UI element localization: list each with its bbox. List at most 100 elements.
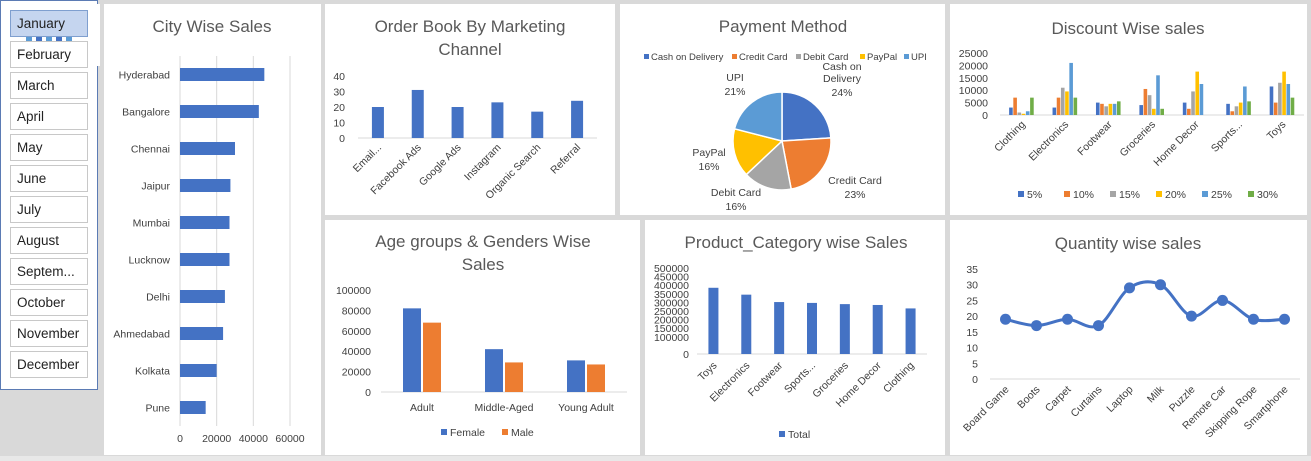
slice-label: Debit Card [711, 187, 761, 199]
bar [423, 322, 441, 392]
bar [708, 287, 719, 354]
product-category-sales-panel: Product_Category wise Sales 0 100000 150000… [645, 220, 945, 455]
category-label: Groceries [1117, 119, 1158, 160]
y-tick-label: 20 [966, 311, 978, 323]
bar [741, 294, 752, 354]
product-category-sales-chart: Product_Category wise Sales0100000150000… [654, 233, 927, 441]
bar [1286, 84, 1291, 115]
bar [1065, 91, 1069, 115]
slicer-item-february[interactable]: February [10, 41, 88, 68]
bar [1278, 82, 1282, 115]
month-slicer: January February March April May June July Augu… [0, 0, 98, 390]
y-tick-label: 40000 [342, 346, 371, 358]
category-label: Chennai [131, 144, 170, 156]
y-tick-label: 20 [333, 102, 345, 114]
legend-swatch [1156, 191, 1162, 197]
x-tick-label: 60000 [275, 433, 304, 445]
bar [839, 304, 850, 354]
legend-label: Male [511, 427, 534, 439]
y-tick-label: 15 [966, 327, 978, 339]
category-label: Pune [145, 403, 170, 415]
category-label: Footwear [746, 359, 786, 399]
slicer-item-november[interactable]: November [10, 320, 88, 347]
bar [180, 253, 230, 266]
bar [774, 302, 785, 354]
bar [1116, 101, 1121, 115]
category-label: Bangalore [122, 107, 170, 119]
slice-percent: 21% [724, 86, 745, 98]
y-tick-label: 20000 [959, 60, 988, 72]
chart-title: Quantity wise sales [1055, 234, 1201, 253]
data-point [1031, 320, 1042, 332]
bar [180, 179, 231, 192]
bar [1073, 97, 1078, 115]
slicer-item-october[interactable]: October [10, 289, 88, 316]
y-tick-label: 0 [365, 387, 371, 399]
slice-percent: 23% [844, 189, 865, 201]
bar [1230, 111, 1235, 115]
bar [1052, 107, 1057, 115]
category-label: Kolkata [135, 366, 170, 378]
chart-title: Channel [438, 40, 501, 59]
y-tick-label: 0 [982, 110, 988, 122]
legend-swatch [1202, 191, 1208, 197]
data-point [1093, 320, 1104, 332]
category-label: Toys [696, 360, 720, 384]
y-tick-label: 100000 [336, 285, 371, 297]
y-tick-label: 30 [966, 280, 978, 292]
category-label: Electronics [1026, 119, 1071, 164]
bar [1056, 97, 1061, 115]
legend-swatch [1064, 191, 1070, 197]
category-label: Instagram [462, 141, 504, 183]
bar [1182, 102, 1187, 115]
slicer-item-january[interactable]: January [10, 10, 88, 37]
chart-title: Age groups & Genders Wise [375, 232, 590, 251]
bar [180, 142, 235, 155]
legend-swatch [779, 431, 785, 437]
legend-swatch [732, 54, 737, 59]
category-label: Middle-Aged [475, 402, 534, 414]
bar [1191, 91, 1195, 115]
legend-swatch [1248, 191, 1254, 197]
category-label: Ahmedabad [113, 329, 170, 341]
bar [1282, 71, 1286, 115]
pie-slice [781, 91, 832, 142]
category-label: Email... [351, 142, 384, 175]
legend-label: 10% [1073, 189, 1094, 201]
slicer-item-june[interactable]: June [10, 165, 88, 192]
bar [1160, 108, 1164, 115]
x-tick-label: 20000 [202, 433, 231, 445]
slicer-item-septem[interactable]: Septem... [10, 258, 88, 285]
slicer-item-august[interactable]: August [10, 227, 88, 254]
x-tick-label: 0 [177, 433, 183, 445]
category-label: Delhi [146, 292, 170, 304]
chart-title: Product_Category wise Sales [684, 233, 907, 252]
bar [180, 290, 225, 303]
bar [1108, 103, 1113, 115]
bar [180, 364, 217, 377]
bar [1104, 106, 1108, 115]
bar [180, 401, 206, 414]
category-label: Google Ads [417, 142, 464, 189]
legend-swatch [644, 54, 649, 59]
legend-swatch [860, 54, 865, 59]
bar [1199, 84, 1204, 115]
legend-label: PayPal [867, 52, 897, 63]
category-label: Jaipur [141, 181, 170, 193]
bar [411, 89, 424, 138]
slicer-item-april[interactable]: April [10, 103, 88, 130]
y-tick-label: 10 [333, 118, 345, 130]
slicer-item-may[interactable]: May [10, 134, 88, 161]
data-point [1155, 279, 1166, 291]
bar [1226, 103, 1230, 115]
category-label: Lucknow [129, 255, 171, 267]
category-label: Curtains [1068, 384, 1104, 420]
category-label: Young Adult [558, 402, 614, 414]
y-tick-label: 500000 [654, 263, 689, 275]
slice-label: PayPal [692, 147, 725, 159]
slicer-item-march[interactable]: March [10, 72, 88, 99]
bar [1187, 108, 1191, 115]
slicer-item-july[interactable]: July [10, 196, 88, 223]
slicer-item-december[interactable]: December [10, 351, 88, 378]
bar [1009, 107, 1013, 115]
